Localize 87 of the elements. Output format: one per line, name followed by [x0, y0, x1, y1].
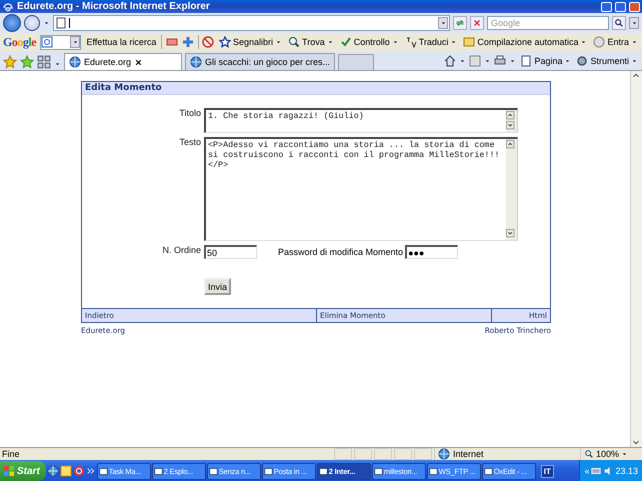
field-label: N. Ordine [161, 245, 201, 257]
field-label: Password di modifica Momento [278, 247, 404, 257]
text-area[interactable]: <P>Adesso vi raccontiamo una storia ... la storia di come si costruiscono i racconti con il programma MilleStorie!!! </P> [204, 137, 518, 241]
dropdown-button[interactable] [70, 36, 80, 48]
house-icon [444, 54, 456, 66]
maximize-button[interactable] [615, 2, 626, 12]
toolbar-button[interactable]: Compilazione automatica [462, 36, 588, 48]
globe-icon [190, 56, 202, 68]
window-icon [484, 466, 493, 476]
dropdown-button[interactable] [629, 17, 639, 29]
refresh-button[interactable] [453, 16, 467, 30]
ie-logo-icon [2, 0, 14, 12]
check-icon [340, 36, 352, 48]
blocked-popup-icon [202, 36, 214, 48]
clock: 23.13 [615, 466, 638, 476]
globe-icon [438, 448, 450, 460]
dropdown-button[interactable] [438, 17, 448, 29]
panel-heading: Edita Momento [82, 82, 550, 95]
scroll-down-icon [506, 121, 516, 131]
plus-icon [182, 36, 194, 48]
globe-icon [69, 56, 81, 68]
status-text: Fine [2, 449, 20, 459]
password-field[interactable]: ●●● [405, 245, 458, 259]
status-pane [414, 448, 432, 460]
window-icon [428, 466, 438, 476]
command-button[interactable]: Pagina [519, 54, 572, 66]
g-logo-icon [41, 36, 54, 48]
close-icon [472, 18, 482, 28]
language-indicator[interactable]: IT [540, 464, 554, 478]
stop-button[interactable] [470, 16, 484, 30]
window-icon [318, 466, 328, 476]
toolbar-search-button[interactable]: Effettua la ricerca [85, 37, 158, 47]
scroll-up-icon [506, 140, 516, 150]
field-label: Testo [178, 137, 201, 149]
back-button[interactable] [3, 14, 21, 32]
gear-icon [576, 54, 588, 66]
scroll-up-icon [506, 111, 516, 121]
browser-quick-launch-icon [72, 465, 85, 477]
toolbar-logo: Google [3, 34, 36, 50]
toolbar-button[interactable]: Traduci [404, 36, 458, 48]
printer-icon [494, 54, 506, 66]
refresh-icon [455, 18, 465, 28]
translate-icon [404, 36, 417, 48]
text-area[interactable]: 1. Che storia ragazzi! (Giulio) [204, 108, 518, 133]
ie-quick-launch-icon [46, 465, 59, 477]
status-pane [394, 448, 412, 460]
toolbar-button[interactable]: Controllo [338, 36, 400, 48]
star-icon [219, 36, 231, 48]
scrollbar[interactable] [630, 71, 642, 447]
search-button[interactable] [612, 16, 626, 30]
scroll-down-icon [506, 229, 516, 239]
status-pane [354, 448, 372, 460]
toolbar-button[interactable]: Trova [287, 36, 335, 48]
field-label: Titolo [178, 108, 201, 120]
close-button[interactable] [629, 2, 640, 12]
magnifier-icon [288, 36, 300, 48]
security-zone: Internet [453, 449, 484, 459]
search-icon [614, 18, 624, 28]
circle-icon [593, 36, 606, 48]
window-icon [264, 466, 273, 476]
window-icon [154, 466, 163, 476]
toolbar-search-field[interactable] [40, 34, 82, 50]
magnifier-icon [584, 449, 594, 459]
add-favorite-icon [20, 54, 34, 70]
quick-tabs-icon [37, 54, 51, 70]
toolbar-button[interactable]: Entra [592, 36, 639, 48]
command-button[interactable]: Strumenti [575, 54, 639, 66]
forward-button[interactable] [24, 15, 40, 31]
close-icon [134, 58, 144, 66]
submit-button[interactable]: Invia [204, 278, 231, 295]
status-pane [334, 448, 352, 460]
browser-tab[interactable]: Gli scacchi: un gioco per cres... [185, 53, 336, 70]
windows-flag-icon [3, 465, 15, 477]
page-icon [55, 17, 67, 29]
toolbar-button[interactable]: Segnalibri [218, 36, 284, 48]
window-icon [208, 466, 218, 476]
window-icon [98, 466, 108, 476]
favorites-star-icon [3, 54, 17, 70]
browser-tab[interactable]: Edurete.org [64, 53, 182, 70]
window-icon [374, 466, 383, 476]
page-icon [520, 54, 532, 66]
window-title: Edurete.org - Microsoft Internet Explorer [17, 1, 211, 12]
search-field[interactable]: Google [487, 16, 609, 30]
address-field[interactable] [53, 15, 450, 31]
order-field[interactable]: 50 [204, 245, 257, 259]
status-pane [374, 448, 392, 460]
minimize-button[interactable] [601, 2, 612, 12]
